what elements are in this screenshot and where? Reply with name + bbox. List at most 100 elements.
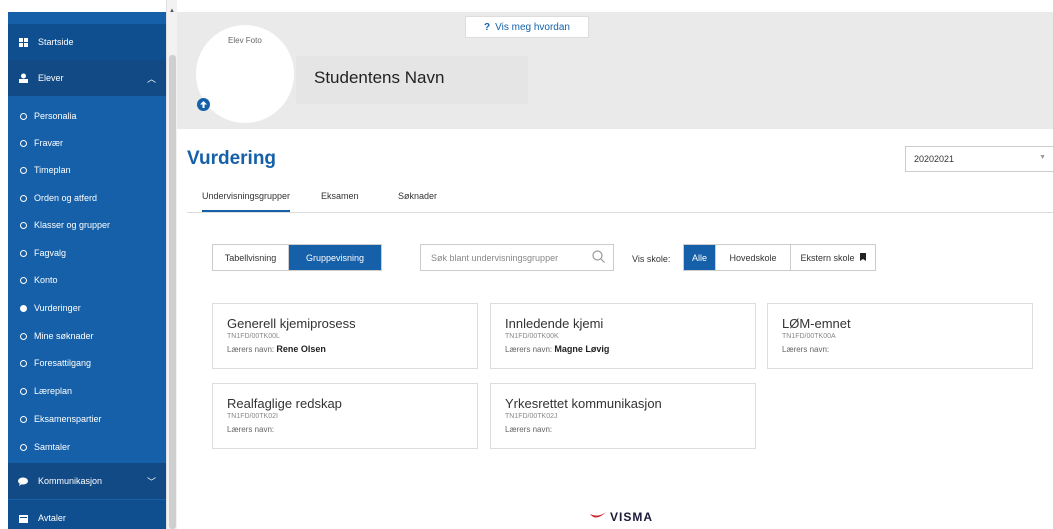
ekstern-skole-label: Ekstern skole: [800, 252, 855, 263]
grid-icon: [18, 37, 28, 47]
chevron-up-icon: ︿: [146, 73, 156, 84]
chevron-down-icon: ▼: [1039, 154, 1046, 161]
sidebar-item-label: Vurderinger: [34, 303, 81, 313]
tab-undervisningsgrupper[interactable]: Undervisningsgrupper: [202, 191, 291, 212]
ekstern-skole-button[interactable]: Ekstern skole: [791, 245, 875, 270]
visma-swoosh-icon: [590, 512, 606, 518]
circle-icon: [20, 112, 27, 120]
sidebar-item-mine-soknader[interactable]: Mine søknader: [8, 323, 166, 349]
help-button-label: Vis meg hvordan: [495, 21, 570, 33]
tab-soknader[interactable]: Søknader: [398, 191, 437, 201]
sidebar-item-timeplan[interactable]: Timeplan: [8, 157, 166, 183]
sidebar-item-label: Eksamenspartier: [34, 414, 102, 424]
sidebar-item-label: Orden og atferd: [34, 193, 98, 203]
card-teacher: Lærers navn:: [227, 425, 275, 434]
sidebar-item-label: Startside: [38, 37, 74, 47]
sidebar-item-label: Avtaler: [38, 513, 66, 523]
group-card[interactable]: Realfaglige redskap TN1FD/00TK02I Lærers…: [212, 383, 478, 449]
sidebar-item-label: Læreplan: [34, 386, 73, 396]
sidebar-item-fravaer[interactable]: Fravær: [8, 130, 166, 156]
card-title: Innledende kjemi: [505, 316, 604, 331]
card-title: Realfaglige redskap: [227, 396, 342, 411]
photo-label: Elev Foto: [228, 36, 262, 45]
circle-icon: [20, 332, 27, 340]
tab-bar: Undervisningsgrupper Eksamen Søknader: [187, 183, 1053, 213]
circle-icon: [20, 415, 27, 423]
circle-icon: [20, 387, 27, 395]
year-select[interactable]: 20202021 ▼: [905, 146, 1053, 172]
page-title: Vurdering: [187, 148, 277, 169]
search-icon[interactable]: [592, 250, 605, 265]
scrollbar[interactable]: ▲: [166, 0, 177, 529]
sidebar-item-eksamenspartier[interactable]: Eksamenspartier: [8, 406, 166, 432]
sidebar-item-fagvalg[interactable]: Fagvalg: [8, 240, 166, 266]
sidebar: Startside Elever ︿ Personalia Fravær Tim…: [8, 0, 166, 529]
tab-eksamen[interactable]: Eksamen: [321, 191, 359, 201]
search-input[interactable]: Søk blant undervisningsgrupper: [420, 244, 614, 271]
group-card[interactable]: Yrkesrettet kommunikasjon TN1FD/00TK02J …: [490, 383, 756, 449]
group-card[interactable]: Generell kjemiprosess TN1FD/00TK00L Lære…: [212, 303, 478, 369]
question-icon: ?: [484, 21, 491, 33]
sidebar-item-avtaler[interactable]: Avtaler: [8, 500, 166, 529]
card-teacher: Lærers navn:: [505, 425, 553, 434]
sidebar-item-klasser[interactable]: Klasser og grupper: [8, 212, 166, 238]
alle-button[interactable]: Alle: [684, 245, 716, 270]
sidebar-item-label: Fravær: [34, 138, 63, 148]
help-button[interactable]: ? Vis meg hvordan: [465, 16, 589, 38]
sidebar-item-label: Personalia: [34, 111, 77, 121]
gruppevisning-button[interactable]: Gruppevisning: [289, 245, 381, 270]
sidebar-item-elever[interactable]: Elever ︿: [8, 60, 166, 96]
sidebar-item-kommunikasjon[interactable]: Kommunikasjon ﹀: [8, 463, 166, 499]
calendar-icon: [18, 513, 28, 523]
bookmark-icon: [859, 252, 866, 263]
card-teacher: Lærers navn: Rene Olsen: [227, 344, 326, 354]
chat-icon: [18, 476, 28, 486]
sidebar-item-konto[interactable]: Konto: [8, 267, 166, 293]
sidebar-item-foresattilgang[interactable]: Foresattilgang: [8, 350, 166, 376]
view-toggle: Tabellvisning Gruppevisning: [212, 244, 382, 271]
circle-icon: [20, 221, 27, 229]
circle-icon: [20, 276, 27, 284]
scroll-thumb[interactable]: [169, 55, 176, 529]
sidebar-item-label: Kommunikasjon: [38, 476, 103, 486]
sidebar-item-label: Timeplan: [34, 165, 71, 175]
sidebar-item-laereplan[interactable]: Læreplan: [8, 378, 166, 404]
card-teacher: Lærers navn:: [782, 345, 830, 354]
tabellvisning-button[interactable]: Tabellvisning: [213, 245, 289, 270]
card-code: TN1FD/00TK00K: [505, 333, 559, 340]
vis-skole-label: Vis skole:: [632, 254, 671, 264]
search-placeholder: Søk blant undervisningsgrupper: [431, 252, 559, 263]
person-icon: [18, 73, 28, 83]
scroll-up-arrow-icon[interactable]: ▲: [169, 8, 175, 14]
card-title: LØM-emnet: [782, 316, 851, 331]
sidebar-item-label: Fagvalg: [34, 248, 67, 258]
visma-logo: VISMA: [590, 510, 653, 524]
sidebar-top-band: [8, 0, 166, 12]
circle-icon: [20, 194, 27, 202]
hovedskole-button[interactable]: Hovedskole: [716, 245, 791, 270]
group-card[interactable]: Innledende kjemi TN1FD/00TK00K Lærers na…: [490, 303, 756, 369]
school-filter: Alle Hovedskole Ekstern skole: [683, 244, 876, 271]
visma-logo-text: VISMA: [610, 510, 654, 524]
sidebar-item-vurderinger[interactable]: Vurderinger: [8, 295, 166, 321]
student-name: Studentens Navn: [314, 68, 445, 87]
sidebar-item-startside[interactable]: Startside: [8, 24, 166, 60]
circle-icon: [20, 139, 27, 147]
circle-icon: [20, 249, 27, 257]
circle-icon: [20, 443, 27, 451]
sidebar-item-samtaler[interactable]: Samtaler: [8, 434, 166, 460]
circle-icon: [20, 359, 27, 367]
circle-icon: [20, 166, 27, 174]
group-card[interactable]: LØM-emnet TN1FD/00TK00A Lærers navn:: [767, 303, 1033, 369]
sidebar-item-label: Mine søknader: [34, 331, 94, 341]
sidebar-item-personalia[interactable]: Personalia: [8, 103, 166, 129]
card-title: Generell kjemiprosess: [227, 316, 356, 331]
sidebar-item-orden[interactable]: Orden og atferd: [8, 185, 166, 211]
upload-icon[interactable]: [197, 98, 210, 111]
sidebar-item-label: Elever: [38, 73, 64, 83]
sidebar-item-label: Konto: [34, 275, 58, 285]
left-border: [0, 0, 8, 529]
card-code: TN1FD/00TK02J: [505, 413, 558, 420]
sidebar-item-label: Samtaler: [34, 442, 71, 452]
card-code: TN1FD/00TK02I: [227, 413, 278, 420]
